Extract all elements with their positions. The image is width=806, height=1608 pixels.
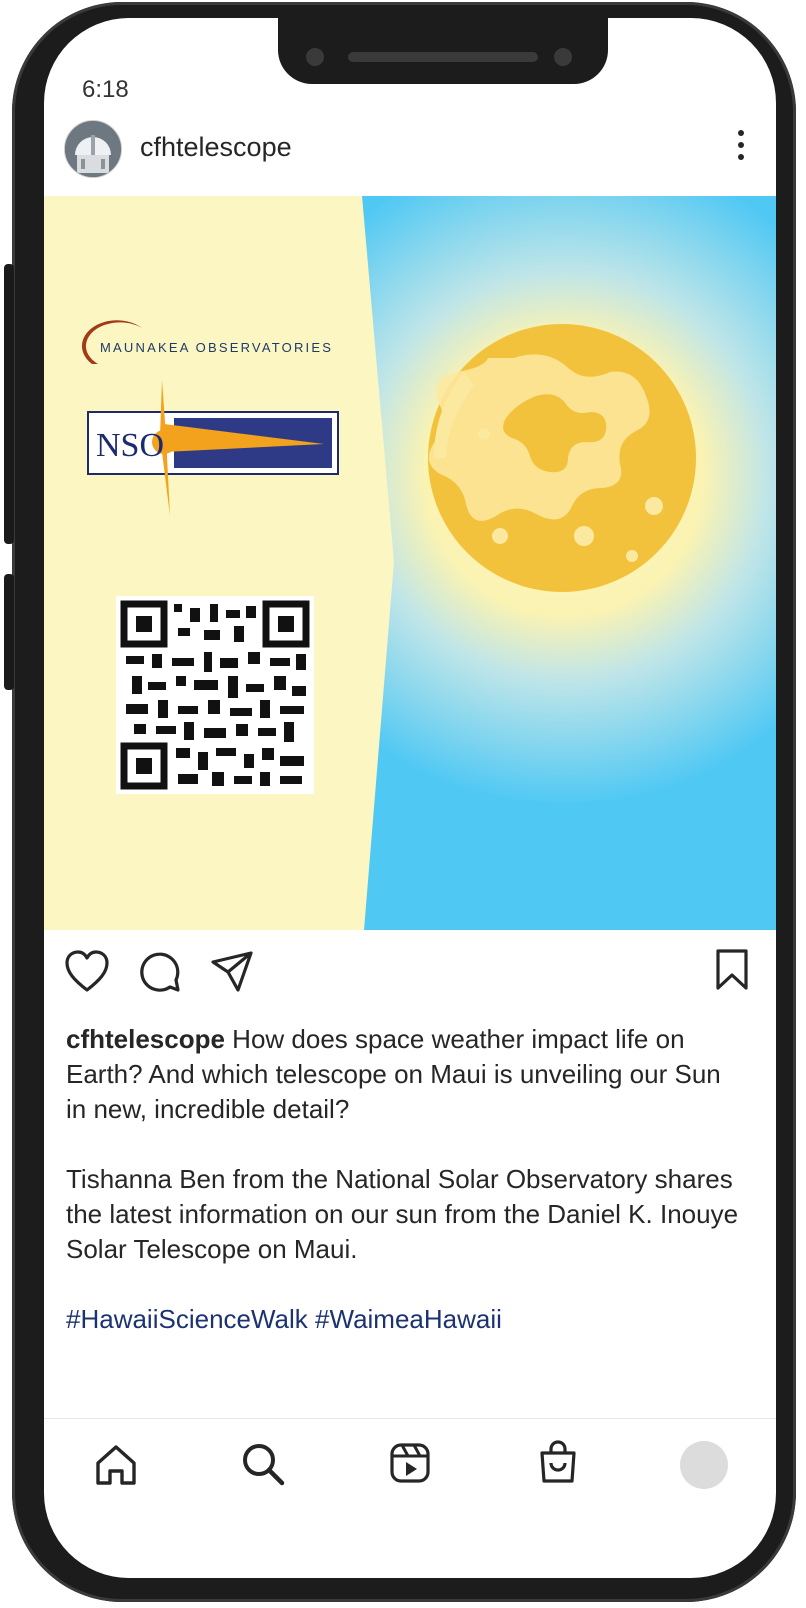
home-icon[interactable] <box>94 1443 138 1487</box>
speaker <box>348 52 538 62</box>
left-panel <box>44 196 394 930</box>
post-caption: cfhtelescope How does space weather impa… <box>66 1022 746 1372</box>
caption-username[interactable]: cfhtelescope <box>66 1024 225 1054</box>
side-button <box>4 574 14 690</box>
qr-code <box>116 596 314 794</box>
post-username[interactable]: cfhtelescope <box>140 132 292 163</box>
hashtag-link[interactable]: #WaimeaHawaii <box>315 1304 502 1334</box>
search-icon[interactable] <box>240 1441 286 1487</box>
caption-text-2: Tishanna Ben from the National Solar Obs… <box>66 1164 739 1264</box>
post-actions <box>44 944 776 1002</box>
phone-frame: 6:18 cfhtelescope MAUNAKEA OBSERVATORIES… <box>4 2 796 1602</box>
observatory-dome-icon <box>65 121 121 177</box>
caption-hashtags: #HawaiiScienceWalk #WaimeaHawaii <box>66 1302 746 1337</box>
comment-icon[interactable] <box>138 950 182 994</box>
share-icon[interactable] <box>210 950 254 994</box>
side-button <box>4 264 14 544</box>
maunakea-logo-text: MAUNAKEA OBSERVATORIES <box>100 340 333 355</box>
sun-graphic <box>428 324 696 592</box>
screen: 6:18 cfhtelescope MAUNAKEA OBSERVATORIES… <box>44 18 776 1578</box>
heart-icon[interactable] <box>64 950 110 994</box>
reels-icon[interactable] <box>388 1441 432 1485</box>
profile-avatar[interactable] <box>64 120 122 178</box>
status-time: 6:18 <box>82 76 129 103</box>
shop-icon[interactable] <box>536 1439 580 1487</box>
nso-logo-text: NSO <box>96 427 164 464</box>
post-artwork: MAUNAKEA OBSERVATORIES NSO <box>44 196 776 930</box>
post-header: cfhtelescope <box>44 120 776 184</box>
notch <box>278 18 608 84</box>
bottom-tab-bar <box>44 1418 776 1519</box>
hashtag-link[interactable]: #HawaiiScienceWalk <box>66 1304 308 1334</box>
more-options-icon[interactable] <box>736 130 746 164</box>
camera-dot <box>554 48 572 66</box>
post-image[interactable]: MAUNAKEA OBSERVATORIES NSO <box>44 196 776 930</box>
bookmark-icon[interactable] <box>714 948 750 992</box>
profile-tab-avatar[interactable] <box>680 1441 728 1489</box>
sensor-dot <box>306 48 324 66</box>
